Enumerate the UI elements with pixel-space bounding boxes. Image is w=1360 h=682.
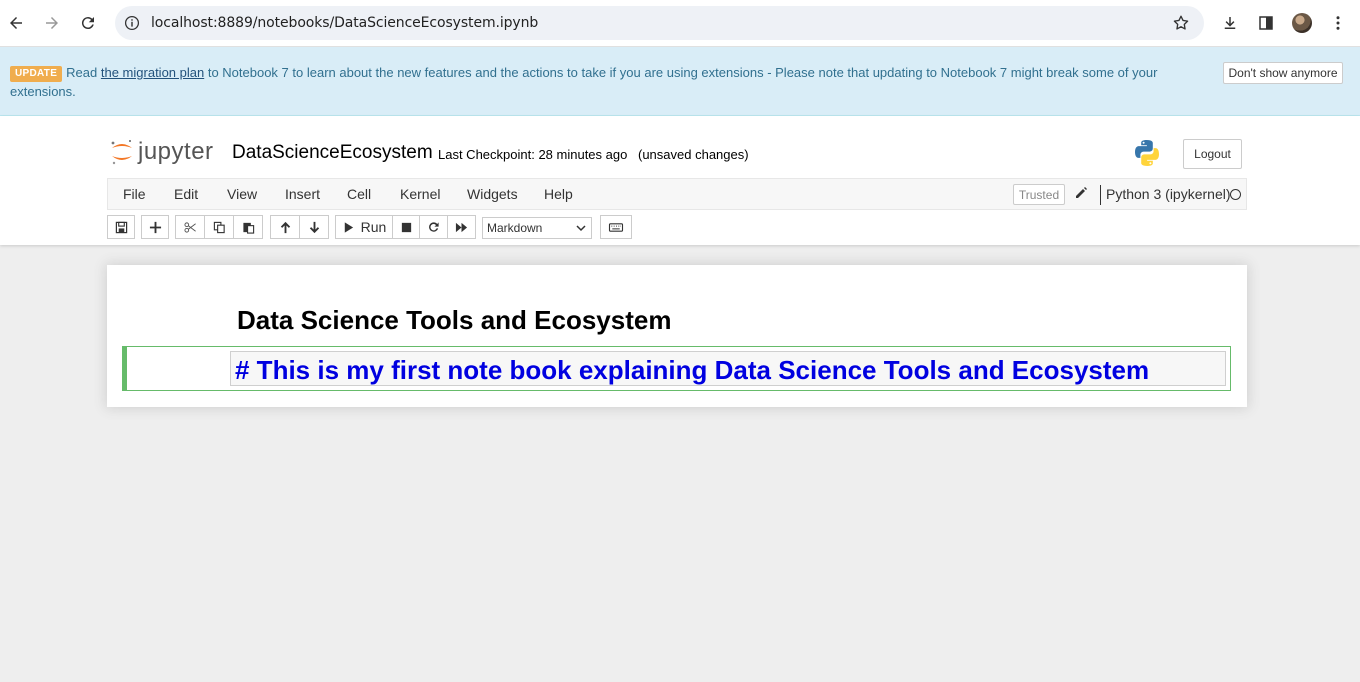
browser-toolbar: localhost:8889/notebooks/DataScienceEcos… — [0, 0, 1360, 47]
menu-widgets[interactable]: Widgets — [467, 186, 518, 202]
cut-button[interactable] — [175, 215, 205, 239]
selected-markdown-cell[interactable]: # This is my first note book explaining … — [122, 346, 1231, 391]
address-bar[interactable]: localhost:8889/notebooks/DataScienceEcos… — [115, 6, 1204, 40]
move-up-button[interactable] — [270, 215, 300, 239]
dont-show-anymore-button[interactable]: Don't show anymore — [1223, 62, 1343, 84]
profile-avatar[interactable] — [1292, 13, 1312, 33]
banner-message: UPDATE Read the migration plan to Noteboo… — [10, 65, 1158, 99]
back-button[interactable] — [4, 11, 28, 35]
menu-help[interactable]: Help — [544, 186, 573, 202]
migration-plan-link[interactable]: the migration plan — [101, 65, 204, 80]
notebook-header: jupyter DataScienceEcosystem Last Checkp… — [0, 116, 1360, 245]
interrupt-button[interactable] — [392, 215, 420, 239]
forward-button[interactable] — [40, 11, 64, 35]
kernel-separator — [1100, 185, 1101, 205]
python-logo-icon — [1132, 138, 1162, 168]
menubar: File Edit View Insert Cell Kernel Widget… — [107, 178, 1247, 210]
plus-icon — [149, 221, 161, 233]
jupyter-logo[interactable]: jupyter — [110, 138, 214, 166]
copy-button[interactable] — [204, 215, 234, 239]
paste-icon — [242, 222, 254, 234]
cell-editor[interactable]: # This is my first note book explaining … — [230, 351, 1226, 386]
bookmark-star-icon[interactable] — [1172, 14, 1190, 32]
paste-button[interactable] — [233, 215, 263, 239]
arrow-up-icon — [280, 221, 290, 233]
arrow-left-icon — [10, 17, 22, 29]
cell-type-select[interactable]: Markdown — [482, 217, 592, 239]
cell-type-value: Markdown — [487, 221, 543, 235]
copy-icon — [213, 221, 225, 233]
url-text: localhost:8889/notebooks/DataScienceEcos… — [151, 15, 539, 31]
reload-button[interactable] — [76, 11, 100, 35]
keyboard-icon — [608, 222, 624, 232]
save-button[interactable] — [107, 215, 135, 239]
play-icon — [344, 221, 353, 233]
restart-run-all-button[interactable] — [447, 215, 476, 239]
kernel-name[interactable]: Python 3 (ipykernel) — [1106, 186, 1231, 202]
restart-icon — [429, 221, 439, 232]
autosave-status: (unsaved changes) — [638, 147, 749, 162]
menu-cell[interactable]: Cell — [347, 186, 371, 202]
notebook-container: Data Science Tools and Ecosystem # This … — [107, 265, 1247, 407]
save-icon — [115, 221, 127, 233]
stop-icon — [401, 222, 411, 232]
download-icon[interactable] — [1220, 13, 1240, 33]
scissors-icon — [183, 221, 196, 233]
run-button[interactable]: Run — [335, 215, 393, 239]
rendered-markdown-heading[interactable]: Data Science Tools and Ecosystem — [237, 305, 671, 336]
fast-forward-icon — [455, 222, 468, 232]
jupyter-wordmark: jupyter — [138, 138, 214, 165]
side-panel-icon[interactable] — [1256, 13, 1276, 33]
edit-mode-pencil-icon — [1074, 186, 1088, 200]
menu-edit[interactable]: Edit — [174, 186, 198, 202]
chevron-down-icon — [576, 225, 586, 232]
logout-button[interactable]: Logout — [1183, 139, 1242, 169]
jupyter-logo-icon — [110, 138, 134, 166]
more-menu-icon[interactable] — [1328, 13, 1348, 33]
update-badge: UPDATE — [10, 66, 63, 82]
move-down-button[interactable] — [299, 215, 329, 239]
menu-view[interactable]: View — [227, 186, 257, 202]
menu-file[interactable]: File — [123, 186, 146, 202]
cell-source-text: # This is my first note book explaining … — [235, 355, 1150, 385]
checkpoint-status: Last Checkpoint: 28 minutes ago — [438, 147, 628, 162]
trusted-indicator[interactable]: Trusted — [1013, 184, 1065, 205]
insert-cell-button[interactable] — [141, 215, 169, 239]
notebook-title[interactable]: DataScienceEcosystem — [232, 142, 433, 164]
command-palette-button[interactable] — [600, 215, 632, 239]
reload-icon — [81, 17, 94, 30]
arrow-right-icon — [46, 17, 58, 29]
kernel-idle-indicator-icon — [1230, 189, 1241, 200]
menu-insert[interactable]: Insert — [285, 186, 320, 202]
arrow-down-icon — [309, 221, 319, 233]
restart-button[interactable] — [419, 215, 448, 239]
menu-kernel[interactable]: Kernel — [400, 186, 440, 202]
migration-banner: UPDATE Read the migration plan to Noteboo… — [0, 47, 1360, 116]
run-label: Run — [360, 219, 387, 235]
site-info-icon[interactable] — [123, 14, 141, 32]
